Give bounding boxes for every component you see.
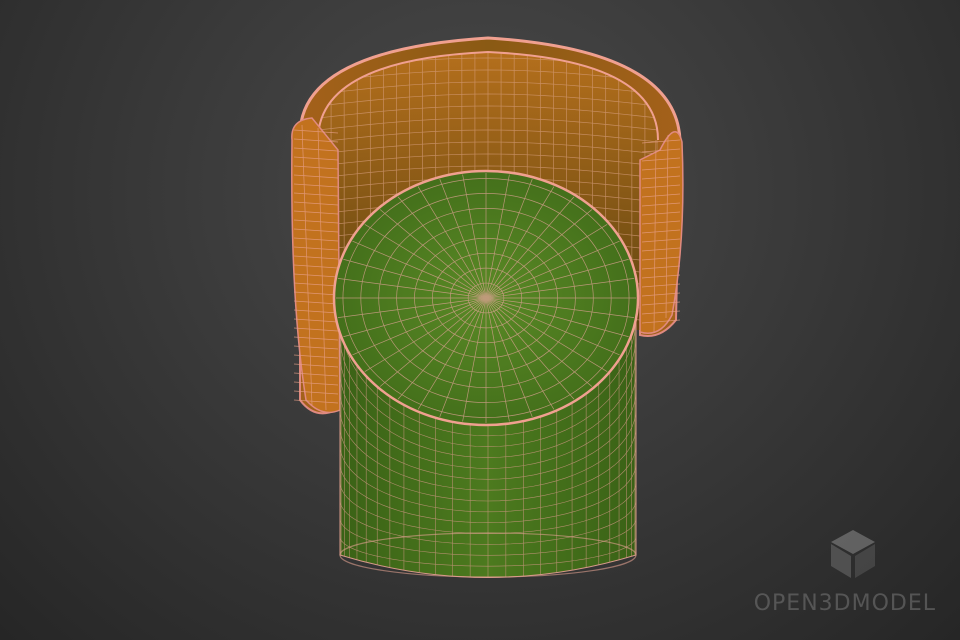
cube-icon <box>831 530 875 578</box>
watermark: OPEN3DMODEL <box>754 530 948 630</box>
watermark-text: OPEN3DMODEL <box>753 591 936 616</box>
